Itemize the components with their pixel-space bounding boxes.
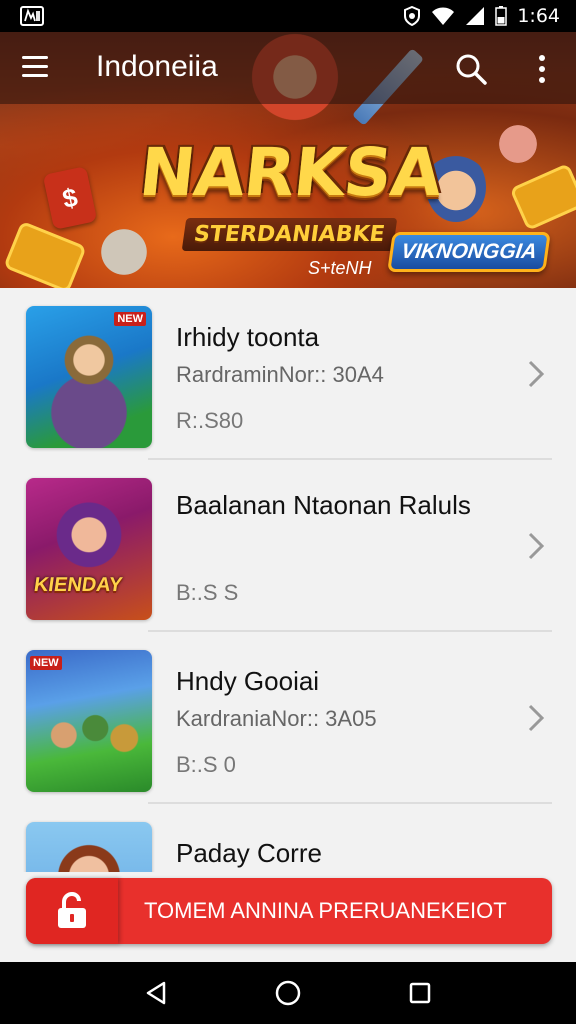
hero-title: NARKSA (135, 134, 445, 211)
hero-badge-button[interactable]: VIKNONGGIA (387, 232, 551, 272)
cta-label: TOMEM ANNINA PRERUANEKEIOT (144, 898, 507, 923)
unlock-premium-button[interactable]: TOMEM ANNINA PRERUANEKEIOT (26, 878, 552, 944)
item-price: R:.S80 (176, 408, 244, 433)
battery-icon (495, 6, 508, 26)
list-item[interactable]: NEW Hndy Gooiai KardraniaNor:: 3A05 B:.S… (0, 632, 576, 804)
hero-card-icon (3, 220, 87, 288)
signal-icon (466, 7, 485, 25)
hero-banner[interactable]: $ NARKSA STERDANIABKE S+teNH VIKNONGGIA … (0, 32, 576, 288)
page-title: Indoneiia (96, 50, 218, 83)
list-item[interactable]: Paday Corre (0, 804, 576, 872)
app-bar: Indoneiia (0, 32, 576, 104)
status-bar: 1:64 (0, 0, 576, 32)
hero-game-icon: KIENDAY (26, 478, 152, 620)
hero-caption: S+teNH (308, 258, 372, 278)
home-button[interactable] (272, 977, 304, 1009)
item-subtitle: RardraminNor:: 30A4 (176, 362, 384, 387)
item-title: Paday Corre (176, 838, 322, 868)
list-item[interactable]: NEW Irhidy toonta RardraminNor:: 30A4 R:… (0, 288, 576, 460)
cta-icon-box (26, 878, 118, 944)
more-vert-icon[interactable] (528, 52, 556, 86)
back-icon (146, 981, 166, 1005)
system-nav-bar (0, 962, 576, 1024)
shield-icon (404, 6, 421, 26)
unlock-icon (58, 892, 86, 928)
list-item[interactable]: KIENDAY Baalanan Ntaonan Raluls B:.S S (0, 460, 576, 632)
hero-card-icon-right (509, 162, 576, 232)
game-list: NEW Irhidy toonta RardraminNor:: 30A4 R:… (0, 288, 576, 872)
recents-icon (409, 982, 431, 1004)
item-price: B:.S 0 (176, 752, 236, 777)
wifi-icon (432, 7, 455, 25)
hero-character-left (96, 222, 152, 282)
recents-button[interactable] (404, 977, 436, 1009)
item-price: B:.S S (176, 580, 239, 605)
search-icon[interactable] (454, 52, 488, 86)
back-button[interactable] (140, 977, 172, 1009)
chevron-right-icon (528, 704, 545, 732)
item-title: Hndy Gooiai (176, 666, 320, 696)
battle-game-icon: NEW (26, 650, 152, 792)
warrior-game-icon: NEW (26, 306, 152, 448)
thumb-text: KIENDAY (32, 574, 124, 596)
app-notification-icon (20, 6, 44, 26)
item-title: Irhidy toonta (176, 322, 320, 352)
menu-icon[interactable] (22, 56, 52, 80)
chevron-right-icon (528, 360, 545, 388)
hero-token-icon: $ (42, 166, 98, 230)
item-title: Baalanan Ntaonan Raluls (176, 490, 471, 520)
item-subtitle: KardraniaNor:: 3A05 (176, 706, 377, 731)
chevron-right-icon (528, 532, 545, 560)
hero-pet-icon (494, 120, 542, 168)
status-time: 1:64 (517, 5, 560, 27)
adventure-game-icon (26, 822, 152, 872)
hero-subtitle: STERDANIABKE (181, 218, 397, 251)
home-icon (275, 980, 301, 1006)
